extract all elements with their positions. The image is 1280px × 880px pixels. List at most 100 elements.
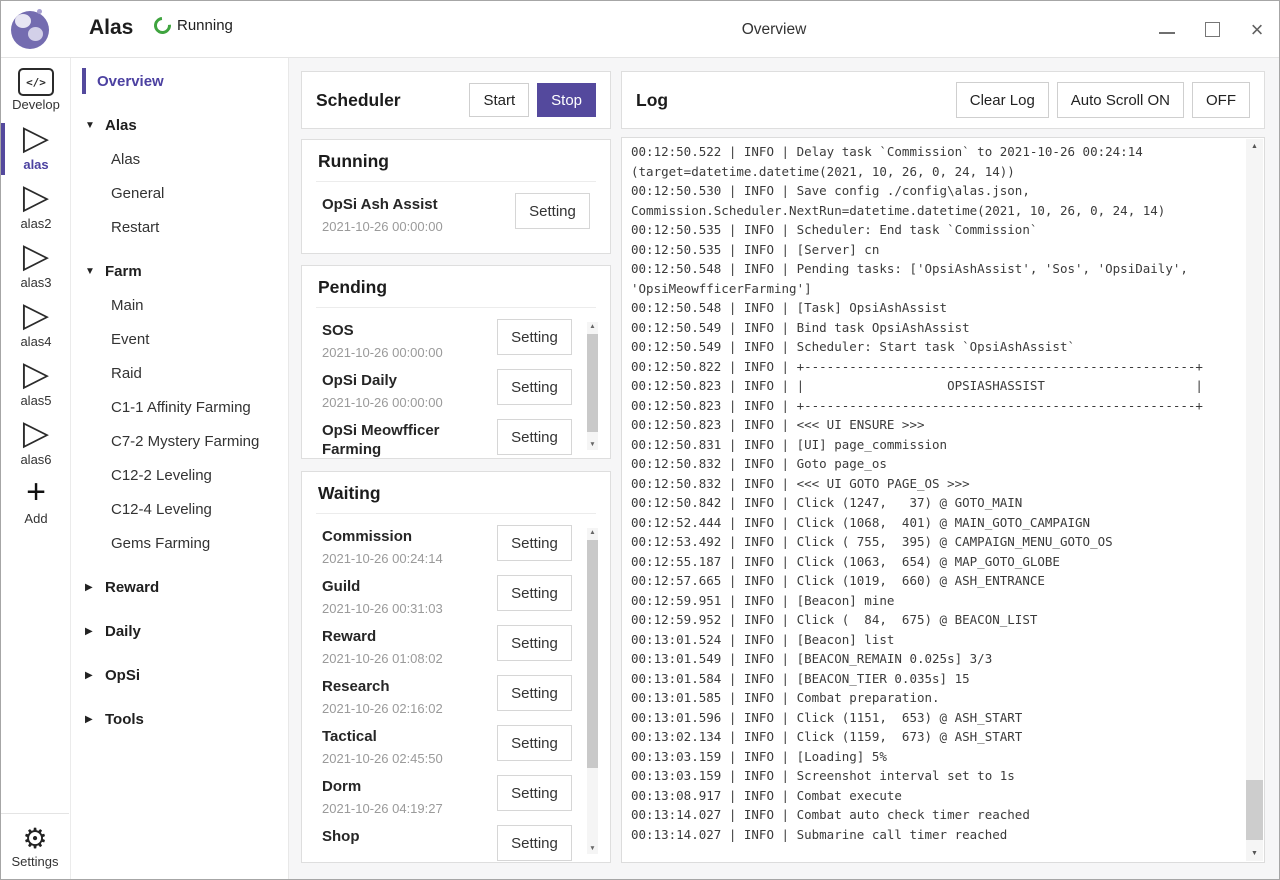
- scroll-up-arrow[interactable]: ▲: [1246, 139, 1263, 154]
- scroll-down-arrow[interactable]: ▼: [587, 844, 598, 854]
- task-name: Shop: [322, 827, 472, 846]
- setting-button[interactable]: Setting: [497, 319, 572, 355]
- setting-button[interactable]: Setting: [497, 369, 572, 405]
- sidebar-item-alas6[interactable]: ▷alas6: [1, 415, 71, 474]
- task-row: Reward2021-10-26 01:08:02Setting: [302, 620, 610, 670]
- stop-button[interactable]: Stop: [537, 83, 596, 117]
- settings-button[interactable]: ⚙ Settings: [1, 813, 69, 879]
- auto-scroll-off-button[interactable]: OFF: [1192, 82, 1250, 118]
- log-scrollbar[interactable]: ▲ ▼: [1246, 139, 1263, 861]
- nav-item-general[interactable]: General: [71, 176, 288, 210]
- task-row: OpSi Ash Assist2021-10-26 00:00:00Settin…: [302, 188, 610, 238]
- scroll-down-arrow[interactable]: ▼: [587, 440, 598, 450]
- play-icon: ▷: [23, 415, 49, 451]
- minimize-button[interactable]: [1159, 22, 1175, 38]
- nav-group-farm[interactable]: ▼ Farm: [71, 254, 288, 288]
- scroll-up-arrow[interactable]: ▲: [587, 528, 598, 538]
- nav-menu: Overview ▼AlasAlasGeneralRestart ▼ Farm Main…: [71, 58, 289, 879]
- setting-button[interactable]: Setting: [497, 725, 572, 761]
- nav-group-reward[interactable]: ▶Reward: [71, 570, 288, 604]
- list-scrollbar-thumb[interactable]: [587, 540, 598, 768]
- sidebar-item-alas4[interactable]: ▷alas4: [1, 297, 71, 356]
- log-scrollbar-thumb[interactable]: [1246, 780, 1263, 840]
- nav-item-overview[interactable]: Overview: [71, 64, 288, 98]
- nav-item-main[interactable]: Main: [71, 288, 288, 322]
- window-controls: ×: [1159, 1, 1265, 58]
- sidebar-item-label: alas3: [20, 275, 51, 290]
- list-scrollbar[interactable]: ▲▼: [587, 528, 598, 854]
- task-name: Research: [322, 677, 472, 696]
- plus-icon: +: [26, 474, 46, 510]
- logo-blob: [28, 27, 43, 41]
- play-icon: ▷: [23, 120, 49, 156]
- nav-item-c12-2-leveling[interactable]: C12-2 Leveling: [71, 458, 288, 492]
- sidebar-item-label: alas5: [20, 393, 51, 408]
- nav-group-label: Farm: [105, 263, 142, 280]
- scroll-down-arrow[interactable]: ▼: [1246, 846, 1263, 861]
- status-text: Running: [177, 17, 233, 34]
- clear-log-button[interactable]: Clear Log: [956, 82, 1049, 118]
- maximize-button[interactable]: [1204, 22, 1220, 38]
- scroll-up-arrow[interactable]: ▲: [587, 322, 598, 332]
- task-time: 2021-10-26 00:00:00: [322, 395, 490, 410]
- sidebar-item-label: alas4: [20, 334, 51, 349]
- play-icon: ▷: [23, 179, 49, 215]
- setting-button[interactable]: Setting: [497, 625, 572, 661]
- task-time: 2021-10-26 01:08:02: [322, 651, 490, 666]
- nav-item-label: Overview: [97, 73, 164, 90]
- setting-button[interactable]: Setting: [497, 419, 572, 455]
- nav-item-restart[interactable]: Restart: [71, 210, 288, 244]
- sidebar-item-alas2[interactable]: ▷alas2: [1, 179, 71, 238]
- nav-group-daily[interactable]: ▶Daily: [71, 614, 288, 648]
- setting-button[interactable]: Setting: [497, 675, 572, 711]
- task-list: Commission2021-10-26 00:24:14SettingGuil…: [302, 514, 610, 863]
- play-icon: ▷: [23, 238, 49, 274]
- setting-button[interactable]: Setting: [497, 525, 572, 561]
- nav-group-tools[interactable]: ▶Tools: [71, 702, 288, 736]
- nav-item-alas[interactable]: Alas: [71, 142, 288, 176]
- list-scrollbar-thumb[interactable]: [587, 334, 598, 432]
- sidebar-item-develop[interactable]: </>Develop: [1, 66, 71, 120]
- setting-button[interactable]: Setting: [497, 575, 572, 611]
- task-time: 2021-10-26 00:31:03: [322, 601, 490, 616]
- nav-item-raid[interactable]: Raid: [71, 356, 288, 390]
- scheduler-title: Scheduler: [316, 90, 461, 111]
- icon-sidebar-items: </>Develop▷alas▷alas2▷alas3▷alas4▷alas5▷…: [1, 58, 70, 533]
- nav-item-c12-4-leveling[interactable]: C12-4 Leveling: [71, 492, 288, 526]
- sidebar-item-alas3[interactable]: ▷alas3: [1, 238, 71, 297]
- card-title: Running: [302, 140, 610, 172]
- task-time: 2021-10-26 00:00:00: [322, 219, 490, 234]
- sidebar-item-alas5[interactable]: ▷alas5: [1, 356, 71, 415]
- nav-group-opsi[interactable]: ▶ OpSi: [71, 658, 288, 692]
- nav-item-gems-farming[interactable]: Gems Farming: [71, 526, 288, 560]
- setting-button[interactable]: Setting: [515, 193, 590, 229]
- window-title: Overview: [289, 1, 1259, 58]
- nav-group-label: OpSi: [105, 667, 140, 684]
- nav-group-label: Reward: [105, 579, 159, 596]
- task-row: SOS2021-10-26 00:00:00Setting: [302, 314, 610, 364]
- nav-item-c1-1-affinity-farming[interactable]: C1-1 Affinity Farming: [71, 390, 288, 424]
- task-row: Guild 2021-10-26 00:31:03 Setting: [302, 570, 610, 620]
- close-button[interactable]: ×: [1249, 22, 1265, 38]
- list-scrollbar[interactable]: ▲▼: [587, 322, 598, 450]
- task-time: 2021-10-26 04:19:27: [322, 801, 490, 816]
- log-panel-header: Log Clear Log Auto Scroll ON OFF: [621, 71, 1265, 129]
- task-name: OpSi Meowfficer Farming: [322, 421, 472, 459]
- nav-item-event[interactable]: Event: [71, 322, 288, 356]
- sidebar-item-alas[interactable]: ▷alas: [1, 120, 71, 179]
- nav-item-c7-2-mystery-farming[interactable]: C7-2 Mystery Farming: [71, 424, 288, 458]
- log-output: 00:12:50.522 | INFO | Delay task `Commis…: [631, 142, 1235, 844]
- task-time: 2021-10-26 02:45:50: [322, 751, 490, 766]
- scheduler-panel: Scheduler Start Stop: [301, 71, 611, 129]
- task-time: 2021-10-26 00:24:14: [322, 551, 490, 566]
- auto-scroll-on-button[interactable]: Auto Scroll ON: [1057, 82, 1184, 118]
- sidebar-item-add[interactable]: +Add: [1, 474, 71, 533]
- task-name: Guild: [322, 577, 472, 596]
- setting-button[interactable]: Setting: [497, 775, 572, 811]
- caret-down-icon: ▼: [85, 266, 97, 277]
- app-logo-icon: [11, 9, 51, 49]
- caret-right-icon: ▶: [85, 670, 97, 681]
- nav-group-alas[interactable]: ▼Alas: [71, 108, 288, 142]
- setting-button[interactable]: Setting: [497, 825, 572, 861]
- start-button[interactable]: Start: [469, 83, 529, 117]
